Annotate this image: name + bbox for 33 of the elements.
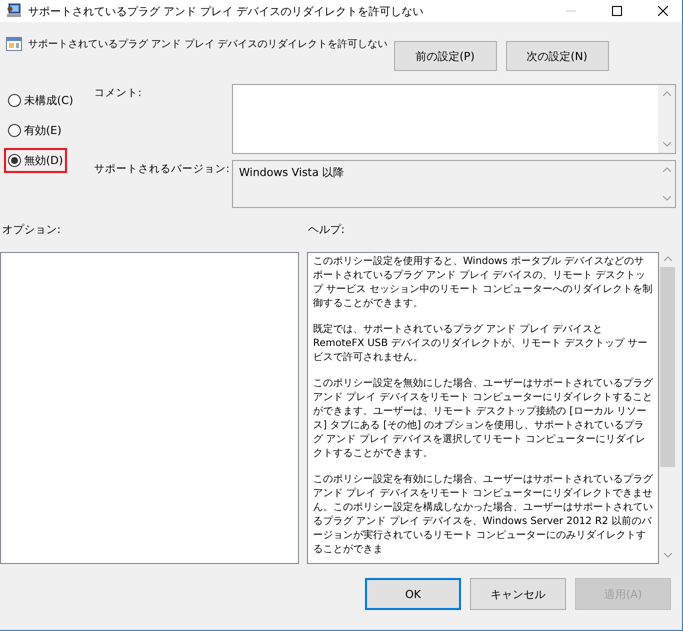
maximize-icon[interactable] bbox=[612, 6, 622, 16]
radio-button[interactable] bbox=[8, 154, 21, 167]
radio-button[interactable] bbox=[8, 124, 21, 137]
close-icon[interactable] bbox=[658, 6, 668, 16]
help-paragraph: このポリシー設定を無効にした場合、ユーザーはサポートされているプラグアンド プレイ デバイスをリモート コンピューターにリダイレクトすることができます。ユーザーは、リモート デスクトップ接続の [ローカル リソース] タブにある [その他] のオプションを使用し、サポートされているプラグ アンド プレイ デバイスを選択してリモート コンピューターにリダイレクトすることができます。 bbox=[313, 377, 653, 461]
dialog-button[interactable]: キャンセル bbox=[470, 578, 566, 610]
scroll-down-icon[interactable] bbox=[662, 196, 670, 201]
nav-button[interactable]: 次の設定(N) bbox=[506, 41, 609, 71]
scroll-down-icon[interactable] bbox=[662, 142, 670, 147]
dialog-button[interactable]: OK bbox=[365, 578, 461, 610]
help-label: ヘルプ: bbox=[308, 222, 345, 238]
help-paragraph: このポリシー設定を使用すると、Windows ポータブル デバイスなどのサポートされているプラグ アンド プレイ デバイスの、リモート デスクトップ サービス セッション中のリモート コンピューターへのリダイレクトを制御することができます。 bbox=[313, 255, 653, 311]
radio-label[interactable]: 未構成(C) bbox=[24, 93, 74, 108]
scroll-up-icon[interactable] bbox=[662, 167, 670, 172]
options-label: オプション: bbox=[1, 222, 62, 238]
supported-label: サポートされるバージョン: bbox=[94, 162, 231, 177]
window-title: サポートされているプラグ アンド プレイ デバイスのリダイレクトを許可しない bbox=[28, 4, 424, 18]
radio-button[interactable] bbox=[8, 94, 21, 107]
help-paragraph: このポリシー設定を有効にした場合、ユーザーはサポートされているプラグアンド プレイ デバイスをリモート コンピューターにリダイレクトできません。このポリシー設定を構成しなかった場合、ユーザーはサポートされているプラグ アンド プレイ デバイスを、Windows Server 2012 R2 以前のバージョンが実行されているリモート コンピューターにのみリダイレクトすることができま bbox=[313, 473, 653, 557]
scroll-down-icon[interactable] bbox=[664, 553, 672, 558]
policy-title: サポートされているプラグ アンド プレイ デバイスのリダイレクトを許可しない bbox=[28, 38, 388, 51]
computer-icon bbox=[6, 3, 22, 19]
policy-icon bbox=[6, 36, 22, 52]
radio-label[interactable]: 有効(E) bbox=[24, 123, 62, 138]
comment-label: コメント: bbox=[94, 86, 143, 101]
radio-label[interactable]: 無効(D) bbox=[24, 153, 64, 168]
scroll-up-icon[interactable] bbox=[662, 91, 670, 96]
comment-field[interactable] bbox=[232, 84, 676, 154]
nav-button[interactable]: 前の設定(P) bbox=[394, 41, 497, 71]
scroll-up-icon[interactable] bbox=[664, 256, 672, 261]
supported-value: Windows Vista 以降 bbox=[238, 165, 346, 181]
scrollbar-thumb[interactable] bbox=[660, 267, 675, 467]
help-paragraph: 既定では、サポートされているプラグ アンド プレイ デバイスと RemoteFX USB デバイスのリダイレクトが、リモート デスクトップ サービスで許可されません。 bbox=[313, 323, 648, 365]
